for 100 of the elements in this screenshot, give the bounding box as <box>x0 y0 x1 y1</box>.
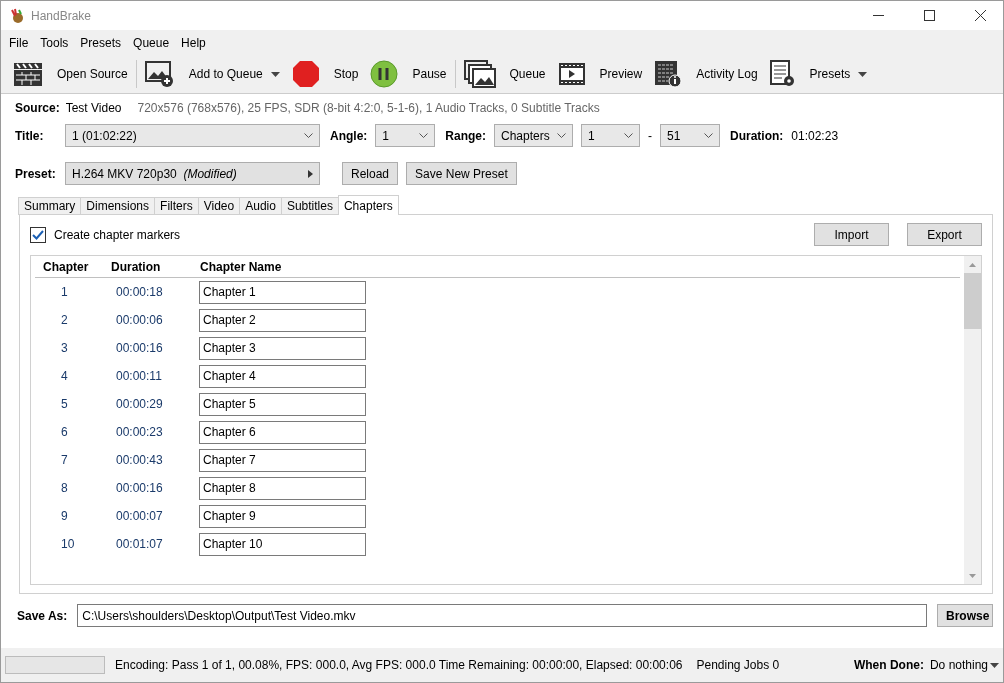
checkbox[interactable] <box>30 226 46 243</box>
menu-item[interactable]: Presets <box>74 35 128 50</box>
document-gear-icon <box>769 60 796 88</box>
chevron-down-icon <box>304 133 313 138</box>
toolbar-button[interactable]: Activity Log <box>648 56 764 92</box>
duration-label: Duration: <box>730 128 784 143</box>
chapter-duration: 00:00:06 <box>115 313 164 327</box>
preset-button[interactable]: Save New Preset <box>406 162 517 185</box>
save-path-field[interactable]: C:\Users\shoulders\Desktop\Output\Test Video.mkv <box>77 604 927 627</box>
chevron-down-icon <box>624 133 633 138</box>
source-name: Test Video <box>65 101 122 115</box>
chapter-number: 5 <box>60 397 69 411</box>
log-info-icon <box>654 60 683 88</box>
chapter-number: 3 <box>60 341 69 355</box>
chapter-name-field[interactable]: Chapter 1 <box>199 280 366 304</box>
chevron-down-icon <box>704 133 713 138</box>
chapter-name-field[interactable]: Chapter 2 <box>199 308 366 332</box>
chapter-duration: 00:00:16 <box>115 341 164 355</box>
toolbar-button[interactable]: Queue <box>457 56 552 92</box>
encoding-status: Encoding: Pass 1 of 1, 00.08%, FPS: 000.0, Avg FPS: 000.0 Time Remaining: 00:00:00, Elapsed: 00:00:06 <box>115 658 683 672</box>
title-dropdown[interactable]: 1 (01:02:22) <box>65 124 320 147</box>
chapter-duration: 00:01:07 <box>115 537 164 551</box>
source-label: Source: <box>15 101 60 115</box>
chevron-down-icon <box>419 133 429 138</box>
column-header: Chapter Name <box>199 259 283 274</box>
menu-item[interactable]: Queue <box>127 35 176 50</box>
chevron-down-icon <box>557 133 566 138</box>
toolbar-button[interactable]: Preview <box>551 56 649 92</box>
panel-button[interactable]: Import <box>814 223 889 246</box>
chapter-number: 10 <box>60 537 76 551</box>
tab[interactable]: Filters <box>154 197 199 215</box>
chapter-name-field[interactable]: Chapter 8 <box>199 476 366 500</box>
menu-item[interactable]: Tools <box>34 35 75 50</box>
column-header: Duration <box>110 259 162 274</box>
range-dash: - <box>648 128 652 143</box>
chapter-duration: 00:00:07 <box>115 509 164 523</box>
angle-label: Angle: <box>330 128 368 143</box>
chapter-name-field[interactable]: Chapter 4 <box>199 364 366 388</box>
chapter-duration: 00:00:23 <box>115 425 164 439</box>
preset-button[interactable]: Reload <box>342 162 399 185</box>
dropdown-caret-icon <box>270 71 280 77</box>
source-info: 720x576 (768x576), 25 FPS, SDR (8-bit 4:2:0, 5-1-6), 1 Audio Tracks, 0 Subtitle Tracks <box>137 101 600 115</box>
tab[interactable]: Video <box>197 197 241 215</box>
range-end-dropdown[interactable]: 51 <box>660 124 720 147</box>
toolbar-button[interactable]: Pause <box>364 56 453 92</box>
scroll-up-icon <box>969 262 976 267</box>
maximize-icon <box>924 10 935 21</box>
chapter-name-field[interactable]: Chapter 3 <box>199 336 366 360</box>
pending-jobs: Pending Jobs 0 <box>696 658 780 672</box>
browse-button[interactable]: Browse <box>937 604 993 627</box>
title-label: Title: <box>15 128 45 143</box>
chapter-name-field[interactable]: Chapter 7 <box>199 448 366 472</box>
chapter-duration: 00:00:18 <box>115 285 164 299</box>
chapter-number: 2 <box>60 313 69 327</box>
toolbar-button[interactable]: Stop <box>285 56 365 92</box>
toolbar-button[interactable]: Presets <box>763 56 874 92</box>
angle-dropdown[interactable]: 1 <box>375 124 436 147</box>
tab[interactable]: Subtitles <box>280 197 339 215</box>
chapter-duration: 00:00:29 <box>115 397 164 411</box>
range-start-dropdown[interactable]: 1 <box>581 124 640 147</box>
checkbox-label: Create chapter markers <box>54 227 181 242</box>
stop-sign-icon <box>291 60 320 88</box>
chapter-number: 7 <box>60 453 69 467</box>
chapter-name-field[interactable]: Chapter 9 <box>199 504 366 528</box>
chapter-number: 6 <box>60 425 69 439</box>
pause-icon <box>370 60 399 88</box>
dropdown-caret-icon <box>858 71 868 77</box>
chapter-number: 4 <box>60 369 69 383</box>
chapter-duration: 00:00:16 <box>115 481 164 495</box>
scroll-down-icon <box>969 573 976 578</box>
menu-item[interactable]: File <box>3 35 35 50</box>
scrollbar-thumb[interactable] <box>964 273 981 329</box>
picture-stack-icon <box>463 60 496 88</box>
chapter-number: 1 <box>60 285 69 299</box>
range-dropdown[interactable]: Chapters <box>494 124 573 147</box>
when-done-label: When Done: <box>853 658 924 672</box>
tab[interactable]: Chapters <box>337 195 399 215</box>
panel-button[interactable]: Export <box>907 223 982 246</box>
chapter-name-field[interactable]: Chapter 6 <box>199 420 366 444</box>
toolbar-button[interactable]: Add to Queue <box>138 56 286 92</box>
chapter-name-field[interactable]: Chapter 10 <box>199 532 366 556</box>
minimize-icon <box>873 15 884 16</box>
close-icon <box>975 10 986 21</box>
app-logo-icon <box>9 7 25 24</box>
duration-value: 01:02:23 <box>791 128 839 143</box>
window-title: HandBrake <box>31 8 93 23</box>
tab[interactable]: Summary <box>18 197 82 215</box>
preset-selector[interactable]: H.264 MKV 720p30 (Modified) <box>65 162 320 185</box>
scrollbar[interactable] <box>964 256 981 584</box>
toolbar-button[interactable]: Open Source <box>7 56 134 92</box>
chapter-number: 9 <box>60 509 69 523</box>
chapter-duration: 00:00:43 <box>115 453 164 467</box>
tab[interactable]: Dimensions <box>80 197 156 215</box>
clapperboard-icon <box>13 61 43 87</box>
chapter-name-field[interactable]: Chapter 5 <box>199 392 366 416</box>
when-done-dropdown[interactable]: Do nothing <box>929 658 999 672</box>
tab[interactable]: Audio <box>239 197 282 215</box>
menu-item[interactable]: Help <box>175 35 212 50</box>
picture-add-icon <box>144 60 175 88</box>
preset-label: Preset: <box>15 166 57 181</box>
